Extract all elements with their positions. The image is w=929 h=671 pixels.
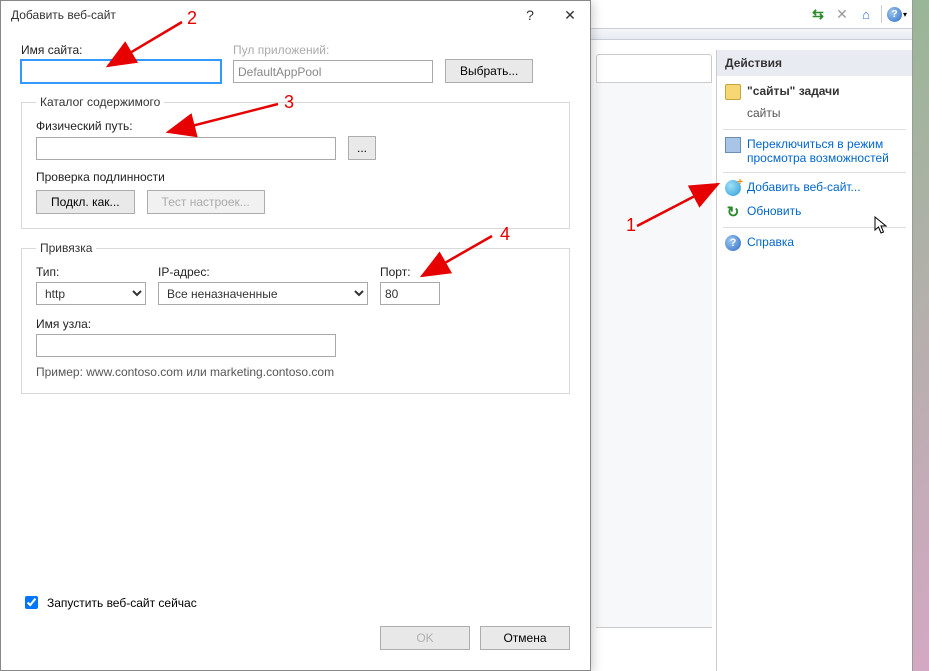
toolbar-stop-icon[interactable]: ✕ <box>831 3 853 25</box>
ip-label: IP-адрес: <box>158 265 368 279</box>
dialog-help-button[interactable]: ? <box>510 2 550 28</box>
host-label: Имя узла: <box>36 317 555 331</box>
actions-pane: Действия "сайты" задачи сайты Переключит… <box>716 50 912 671</box>
help-link[interactable]: ? Справка <box>717 231 912 255</box>
auth-label: Проверка подлинности <box>36 170 555 184</box>
port-label: Порт: <box>380 265 440 279</box>
dialog-titlebar[interactable]: Добавить веб-сайт ? ✕ <box>1 1 590 29</box>
refresh-link[interactable]: ↻ Обновить <box>717 200 912 224</box>
cancel-button[interactable]: Отмена <box>480 626 570 650</box>
host-example: Пример: www.contoso.com или marketing.co… <box>36 365 555 379</box>
help-icon: ? <box>725 235 741 251</box>
start-now-label: Запустить веб-сайт сейчас <box>47 596 197 610</box>
folder-icon <box>725 84 741 100</box>
view-toggle-link[interactable]: Переключиться в режим просмотра возможно… <box>717 133 912 169</box>
actions-task-sub: сайты <box>717 104 912 126</box>
actions-header: Действия <box>717 50 912 76</box>
content-directory-legend: Каталог содержимого <box>36 95 164 109</box>
iis-toolbar: ⇆ ✕ ⌂ ? ▾ <box>807 0 912 28</box>
apppool-input <box>233 60 433 83</box>
iis-content-area <box>591 50 717 655</box>
ip-select[interactable]: Все неназначенные <box>158 282 368 305</box>
site-name-label: Имя сайта: <box>21 43 221 57</box>
start-now-checkbox-row[interactable]: Запустить веб-сайт сейчас <box>21 593 570 612</box>
apppool-label: Пул приложений: <box>233 43 433 57</box>
dialog-close-button[interactable]: ✕ <box>550 2 590 28</box>
globe-add-icon <box>725 180 741 196</box>
dialog-title: Добавить веб-сайт <box>11 8 116 22</box>
toolbar-sync-icon[interactable]: ⇆ <box>807 3 829 25</box>
site-name-input[interactable] <box>21 60 221 83</box>
grid-icon <box>725 137 741 153</box>
physical-path-input[interactable] <box>36 137 336 160</box>
type-select[interactable]: http <box>36 282 146 305</box>
add-website-link[interactable]: Добавить веб-сайт... <box>717 176 912 200</box>
type-label: Тип: <box>36 265 146 279</box>
browse-path-button[interactable]: ... <box>348 136 376 160</box>
content-directory-group: Каталог содержимого Физический путь: ...… <box>21 95 570 229</box>
connect-as-button[interactable]: Подкл. как... <box>36 190 135 214</box>
actions-task-title: "сайты" задачи <box>717 80 912 104</box>
binding-group: Привязка Тип: http IP-адрес: Все неназна… <box>21 241 570 394</box>
toolbar-help-icon[interactable]: ? ▾ <box>886 3 908 25</box>
binding-legend: Привязка <box>36 241 96 255</box>
select-apppool-button[interactable]: Выбрать... <box>445 59 533 83</box>
physical-path-label: Физический путь: <box>36 119 555 133</box>
ok-button: OK <box>380 626 470 650</box>
toolbar-home-icon[interactable]: ⌂ <box>855 3 877 25</box>
host-input[interactable] <box>36 334 336 357</box>
test-settings-button: Тест настроек... <box>147 190 265 214</box>
start-now-checkbox[interactable] <box>25 596 38 609</box>
refresh-icon: ↻ <box>725 204 741 220</box>
port-input[interactable] <box>380 282 440 305</box>
add-website-dialog: Добавить веб-сайт ? ✕ Имя сайта: Пул при… <box>0 0 591 671</box>
